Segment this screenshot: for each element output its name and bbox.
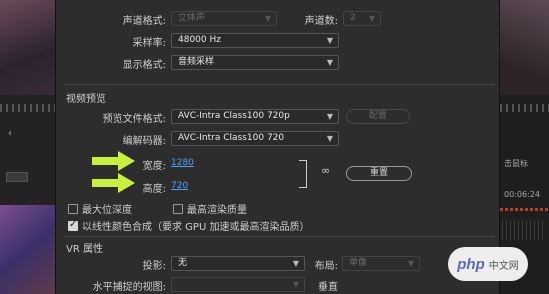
width-label: 宽度: bbox=[142, 161, 166, 172]
max-render-quality-label: 最高渲染质量 bbox=[187, 205, 247, 216]
preview-file-format-dropdown[interactable]: AVC-Intra Class100 720p ▼ bbox=[171, 109, 339, 124]
max-render-quality-checkbox[interactable]: 最高渲染质量 bbox=[173, 201, 247, 216]
reset-button[interactable]: 重置 bbox=[346, 166, 412, 181]
max-bit-depth-checkbox[interactable]: 最大位深度 bbox=[68, 201, 132, 216]
height-label: 高度: bbox=[142, 184, 166, 195]
render-bar bbox=[500, 208, 549, 211]
chevron-down-icon: ▼ bbox=[407, 259, 414, 268]
chevron-down-icon: ▼ bbox=[326, 134, 333, 143]
watermark-suffix: 中文网 bbox=[488, 260, 519, 272]
checkbox-box[interactable] bbox=[68, 203, 78, 214]
chevron-down-icon: ▼ bbox=[326, 36, 333, 45]
program-monitor-thumbnail bbox=[500, 0, 549, 95]
watermark-brand: php bbox=[457, 255, 485, 273]
php-watermark-logo: php 中文网 bbox=[448, 247, 528, 281]
highlight-arrow-icon bbox=[92, 173, 135, 193]
chain-link-icon[interactable]: ∞ bbox=[321, 164, 330, 177]
preview-file-format-label: 预览文件格式: bbox=[102, 114, 166, 125]
video-preview-section-title: 视频预览 bbox=[66, 94, 106, 105]
vr-properties-section-title: VR 属性 bbox=[66, 244, 103, 255]
timeline-ruler bbox=[500, 104, 549, 112]
divider bbox=[64, 236, 494, 237]
dimension-link-bracket bbox=[299, 160, 307, 188]
height-value-field[interactable]: 720 bbox=[171, 181, 188, 191]
video-thumbnail bbox=[0, 0, 55, 95]
projection-dropdown[interactable]: 无 ▼ bbox=[171, 256, 305, 271]
layout-dropdown[interactable]: 单像 ▼ bbox=[342, 256, 420, 271]
sample-rate-label: 采样率: bbox=[132, 38, 166, 49]
sequence-settings-dialog: 声道格式: 立体声 ▼ 声道数: 2 ▼ 采样率: 48000 Hz ▼ 显示格式: … bbox=[55, 0, 500, 294]
horizontal-view-label: 水平捕捉的视图: bbox=[92, 282, 166, 293]
chevron-down-icon: ▼ bbox=[264, 14, 271, 23]
chevron-left-icon[interactable]: ‹ bbox=[8, 128, 12, 139]
track-button[interactable] bbox=[6, 172, 28, 182]
linear-color-checkbox[interactable]: 以线性颜色合成（要求 GPU 加速或最高渲染品质） bbox=[68, 218, 309, 233]
layout-label: 布局: bbox=[314, 261, 338, 272]
timecode: 00:06:24 bbox=[504, 190, 540, 199]
clip-thumbnail bbox=[0, 205, 55, 294]
chevron-down-icon: ▼ bbox=[292, 280, 299, 289]
channel-format-dropdown[interactable]: 立体声 ▼ bbox=[171, 11, 277, 26]
horizontal-view-field[interactable]: ▼ bbox=[171, 277, 305, 292]
checkbox-box[interactable] bbox=[173, 203, 183, 214]
timeline-ruler bbox=[0, 104, 55, 112]
linear-color-label: 以线性颜色合成（要求 GPU 加速或最高渲染品质） bbox=[82, 222, 310, 233]
audio-waveform bbox=[502, 220, 546, 240]
highlight-arrow-icon bbox=[92, 151, 135, 171]
channel-format-label: 声道格式: bbox=[122, 16, 166, 27]
width-value-field[interactable]: 1280 bbox=[171, 158, 194, 168]
hint-text: 击鼠标 bbox=[504, 159, 528, 168]
left-editor-panel: ‹ bbox=[0, 0, 55, 294]
channels-dropdown[interactable]: 2 ▼ bbox=[343, 11, 381, 26]
max-bit-depth-label: 最大位深度 bbox=[82, 205, 132, 216]
codec-label: 编解码器: bbox=[122, 136, 166, 147]
divider bbox=[64, 84, 494, 85]
chevron-down-icon: ▼ bbox=[368, 14, 375, 23]
display-format-dropdown[interactable]: 音频采样 ▼ bbox=[171, 55, 339, 70]
chevron-down-icon: ▼ bbox=[326, 58, 333, 67]
configure-button[interactable]: 配置 bbox=[346, 109, 410, 124]
projection-label: 投影: bbox=[142, 261, 166, 272]
chevron-down-icon: ▼ bbox=[292, 259, 299, 268]
sample-rate-dropdown[interactable]: 48000 Hz ▼ bbox=[171, 33, 339, 48]
display-format-label: 显示格式: bbox=[122, 60, 166, 71]
checkbox-box-checked[interactable] bbox=[68, 219, 78, 231]
chevron-down-icon: ▼ bbox=[326, 112, 333, 121]
vertical-label: 垂直 bbox=[318, 282, 338, 293]
codec-dropdown[interactable]: AVC-Intra Class100 720 ▼ bbox=[171, 131, 339, 146]
channels-label: 声道数: bbox=[304, 16, 338, 27]
